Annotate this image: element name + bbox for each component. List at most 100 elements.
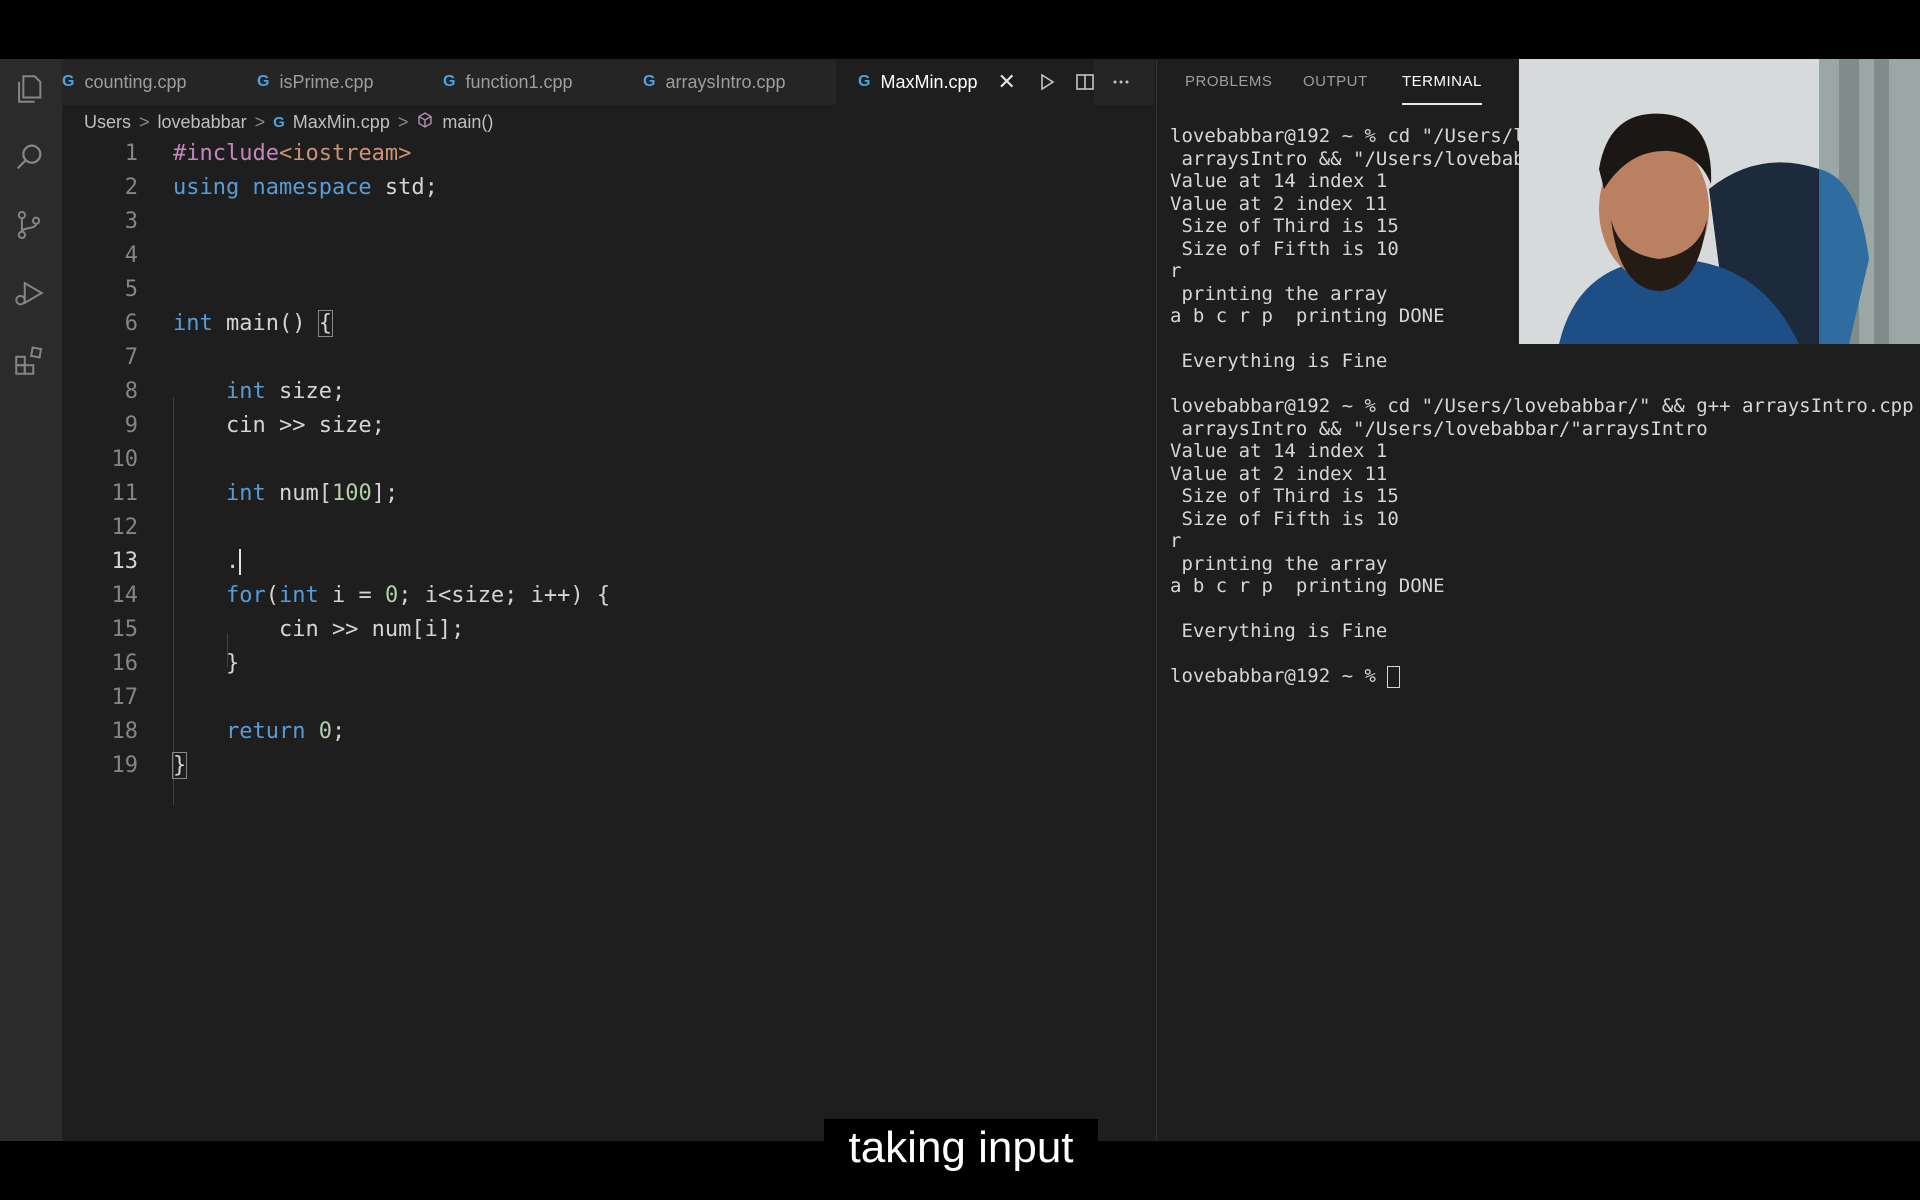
terminal-line: arraysIntro && "/Users/lovebab (1170, 147, 1525, 170)
cpp-file-icon: G (62, 73, 75, 90)
line-number: 16 (111, 651, 139, 676)
breadcrumb-separator: > (397, 111, 409, 132)
search-icon[interactable] (11, 139, 47, 175)
terminal-line: lovebabbar@192 ~ % (1170, 665, 1401, 688)
tab-label: MaxMin.cpp (880, 71, 978, 92)
line-number: 3 (124, 209, 138, 234)
cpp-file-icon: G (858, 73, 871, 90)
tab-problems[interactable]: PROBLEMS (1185, 73, 1272, 90)
line-number: 2 (124, 175, 138, 200)
code-line: 1 #include<iostream> (62, 137, 1154, 171)
tab-function1[interactable]: G function1.cpp (443, 59, 573, 105)
activity-bar (0, 59, 62, 1141)
line-number: 14 (111, 583, 139, 608)
code-line: 11 int num[100]; (62, 477, 1154, 511)
tab-output[interactable]: OUTPUT (1303, 73, 1368, 90)
code-line: 5 (62, 273, 1154, 307)
cpp-file-icon: G (443, 73, 456, 90)
code-line: 9 cin >> size; (62, 409, 1154, 443)
terminal-line: Value at 14 index 1 (1170, 440, 1388, 462)
line-number: 11 (111, 481, 139, 506)
line-number: 8 (124, 379, 138, 404)
terminal-line: r (1170, 530, 1182, 552)
breadcrumb-separator: > (254, 111, 266, 132)
line-number: 17 (111, 685, 139, 710)
breadcrumb-separator: > (139, 111, 150, 132)
breadcrumb-item[interactable]: Users (84, 112, 131, 133)
code-line: 16 } (62, 647, 1154, 681)
terminal-line: Value at 2 index 11 (1170, 192, 1388, 215)
tab-label: arraysIntro.cpp (665, 71, 786, 92)
breadcrumb-item[interactable]: main() (442, 112, 493, 133)
line-number: 9 (124, 413, 138, 438)
line-number: 12 (111, 515, 139, 540)
code-line: 17 (62, 681, 1154, 715)
code-editor[interactable]: 1 #include<iostream> 2 using namespace std… (62, 137, 1154, 1141)
files-icon[interactable] (11, 71, 47, 107)
code-line: 18 return 0; (62, 715, 1154, 749)
more-icon[interactable] (1106, 67, 1136, 97)
code-line: 6 int main() { (62, 307, 1154, 341)
active-tab-indicator (1402, 103, 1482, 105)
terminal-line: r (1170, 260, 1182, 282)
tab-counting[interactable]: G counting.cpp (62, 59, 220, 105)
code-line: 4 (62, 239, 1154, 273)
text-cursor (239, 549, 242, 575)
terminal-line: Everything is Fine (1170, 350, 1388, 372)
terminal-line: printing the array (1170, 282, 1388, 305)
run-icon[interactable] (1032, 67, 1062, 97)
tab-label: isPrime.cpp (279, 71, 374, 92)
close-icon[interactable]: ✕ (997, 69, 1015, 95)
terminal-line: Size of Fifth is 10 (1170, 507, 1399, 530)
code-line: 10 (62, 443, 1154, 477)
terminal-line: lovebabbar@192 ~ % cd "/Users/lovebabbar… (1170, 395, 1920, 417)
terminal-line: arraysIntro && "/Users/lovebabbar/"array… (1170, 417, 1708, 440)
line-number: 7 (124, 345, 138, 370)
code-line: 2 using namespace std; (62, 171, 1154, 205)
line-number: 18 (111, 719, 139, 744)
line-number: 15 (111, 617, 139, 642)
run-debug-icon[interactable] (11, 275, 47, 311)
tab-terminal[interactable]: TERMINAL (1402, 73, 1482, 90)
terminal-line: a b c r p printing DONE (1170, 575, 1445, 597)
breadcrumb: Users > lovebabbar > G MaxMin.cpp > main… (84, 109, 493, 135)
terminal-line: Everything is Fine (1170, 620, 1388, 642)
breadcrumb-item[interactable]: MaxMin.cpp (293, 112, 390, 133)
terminal-line: Size of Third is 15 (1170, 215, 1399, 237)
split-editor-icon[interactable] (1070, 67, 1100, 97)
terminal-line: lovebabbar@192 ~ % cd "/Users/l (1170, 125, 1525, 147)
tab-arraysintro[interactable]: G arraysIntro.cpp (643, 59, 786, 105)
tab-isprime[interactable]: G isPrime.cpp (257, 59, 373, 105)
terminal-cursor (1387, 665, 1401, 688)
line-number: 4 (124, 243, 138, 268)
terminal-line: Value at 14 index 1 (1170, 170, 1388, 192)
terminal-line: a b c r p printing DONE (1170, 305, 1445, 327)
code-line: 14 for(int i = 0; i<size; i++) { (62, 579, 1154, 613)
code-line: 7 (62, 341, 1154, 375)
editor-tab-bar: G counting.cpp G isPrime.cpp G function1… (62, 59, 1154, 105)
code-line: 8 int size; (62, 375, 1154, 409)
extensions-icon[interactable] (11, 343, 47, 379)
line-number: 6 (124, 311, 138, 336)
video-caption: taking input (824, 1119, 1098, 1176)
terminal-line: Value at 2 index 11 (1170, 462, 1388, 485)
code-line: 19} (62, 749, 1154, 783)
webcam-overlay (1519, 59, 1920, 344)
line-number: 5 (124, 277, 138, 302)
line-number: 19 (111, 753, 139, 778)
source-control-icon[interactable] (11, 207, 47, 243)
cpp-file-icon: G (257, 73, 270, 90)
line-number: 1 (124, 141, 138, 166)
cpp-file-icon: G (643, 73, 656, 90)
code-line: 15 cin >> num[i]; (62, 613, 1154, 647)
terminal-line: Size of Fifth is 10 (1170, 237, 1399, 260)
code-line: 12 (62, 511, 1154, 545)
cpp-file-icon: G (273, 113, 285, 131)
tab-label: function1.cpp (465, 71, 573, 92)
code-line: 3 (62, 205, 1154, 239)
tab-label: counting.cpp (84, 71, 187, 92)
breadcrumb-item[interactable]: lovebabbar (158, 112, 247, 133)
code-line-current: 13 . (62, 545, 1154, 579)
terminal-line: Size of Third is 15 (1170, 485, 1399, 507)
terminal-line: printing the array (1170, 552, 1388, 575)
